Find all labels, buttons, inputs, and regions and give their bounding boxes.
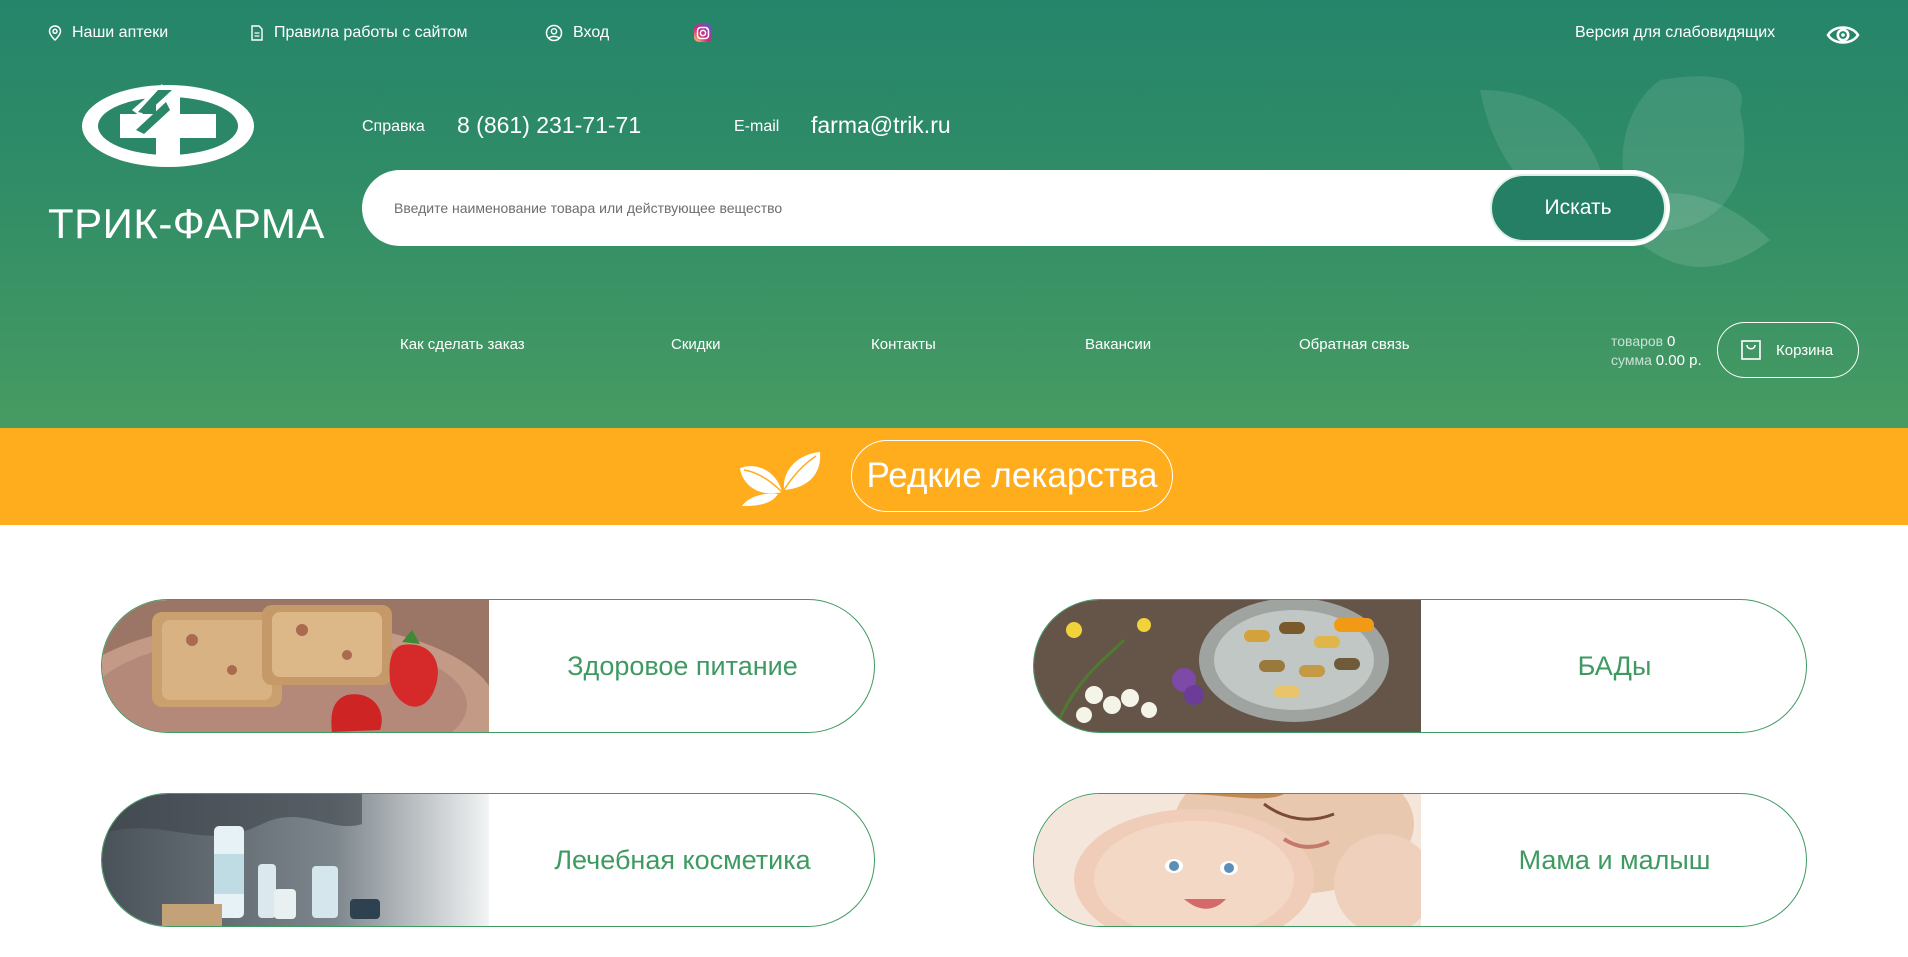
cart-sum-label: сумма xyxy=(1611,352,1652,368)
nav-item-contacts[interactable]: Контакты xyxy=(871,336,936,353)
phone-number[interactable]: 8 (861) 231-71-71 xyxy=(457,112,641,139)
nav-item-how-to-order[interactable]: Как сделать заказ xyxy=(400,336,525,353)
category-card-cosmetics[interactable]: Лечебная косметика xyxy=(101,793,875,927)
rare-medicines-band: Редкие лекарства xyxy=(0,428,1908,525)
low-vision-link[interactable]: Версия для слабовидящих xyxy=(1575,24,1775,42)
top-bar: Наши аптеки Правила работы с сайтом Вход xyxy=(0,24,1908,46)
mother-baby-photo xyxy=(1034,794,1421,926)
shopping-bag-icon xyxy=(1741,340,1761,360)
healthy-food-photo xyxy=(102,600,489,732)
category-label: Мама и малыш xyxy=(1518,844,1711,875)
location-pin-icon xyxy=(48,25,62,41)
pharmacies-link[interactable]: Наши аптеки xyxy=(48,24,168,42)
rules-link[interactable]: Правила работы с сайтом xyxy=(250,24,468,42)
eye-icon[interactable] xyxy=(1826,20,1860,50)
cart-sum-value: 0.00 р. xyxy=(1655,352,1702,369)
login-label: Вход xyxy=(573,24,610,41)
cart-items-count: 0 xyxy=(1667,333,1676,350)
instagram-icon xyxy=(694,24,712,42)
site-header: Наши аптеки Правила работы с сайтом Вход xyxy=(0,0,1908,428)
cosmetics-photo xyxy=(102,794,489,926)
category-label: Лечебная косметика xyxy=(554,844,811,875)
cart-button-label: Корзина xyxy=(1776,341,1834,359)
cart-button[interactable]: Корзина xyxy=(1717,322,1859,378)
category-card-mother-baby[interactable]: Мама и малыш xyxy=(1033,793,1807,927)
rules-label: Правила работы с сайтом xyxy=(274,24,468,41)
category-label: Здоровое питание xyxy=(567,650,798,681)
brand-logo[interactable]: ТРИК-ФАРМА xyxy=(48,82,325,252)
leaves-icon xyxy=(740,452,821,506)
rare-medicines-button[interactable]: Редкие лекарства xyxy=(851,440,1173,512)
search-bar: Искать xyxy=(362,170,1670,246)
user-circle-icon xyxy=(545,24,563,42)
email-address[interactable]: farma@trik.ru xyxy=(811,112,951,139)
instagram-link[interactable] xyxy=(693,23,713,43)
cart-items-row: товаров 0 xyxy=(1611,332,1702,351)
low-vision-label: Версия для слабовидящих xyxy=(1575,24,1776,41)
search-button[interactable]: Искать xyxy=(1490,174,1666,242)
cart-summary: товаров 0 сумма 0.00 р. xyxy=(1611,332,1702,370)
supplements-photo xyxy=(1034,600,1421,732)
category-card-healthy-food[interactable]: Здоровое питание xyxy=(101,599,875,733)
nav-item-discounts[interactable]: Скидки xyxy=(671,336,720,353)
search-input[interactable] xyxy=(394,192,1394,224)
phone-label: Справка xyxy=(362,118,425,135)
nav-item-vacancies[interactable]: Вакансии xyxy=(1085,336,1151,353)
cart-sum-row: сумма 0.00 р. xyxy=(1611,351,1702,370)
category-label: БАДы xyxy=(1577,650,1652,681)
category-card-supplements[interactable]: БАДы xyxy=(1033,599,1807,733)
cart-items-label: товаров xyxy=(1611,333,1664,349)
brand-name: ТРИК-ФАРМА xyxy=(48,200,325,247)
document-icon xyxy=(251,25,263,41)
email-label: E-mail xyxy=(734,118,780,135)
pharmacy-cross-logo-icon xyxy=(82,84,254,167)
login-link[interactable]: Вход xyxy=(545,24,609,42)
nav-item-feedback[interactable]: Обратная связь xyxy=(1299,336,1410,353)
pharmacies-label: Наши аптеки xyxy=(72,24,169,41)
